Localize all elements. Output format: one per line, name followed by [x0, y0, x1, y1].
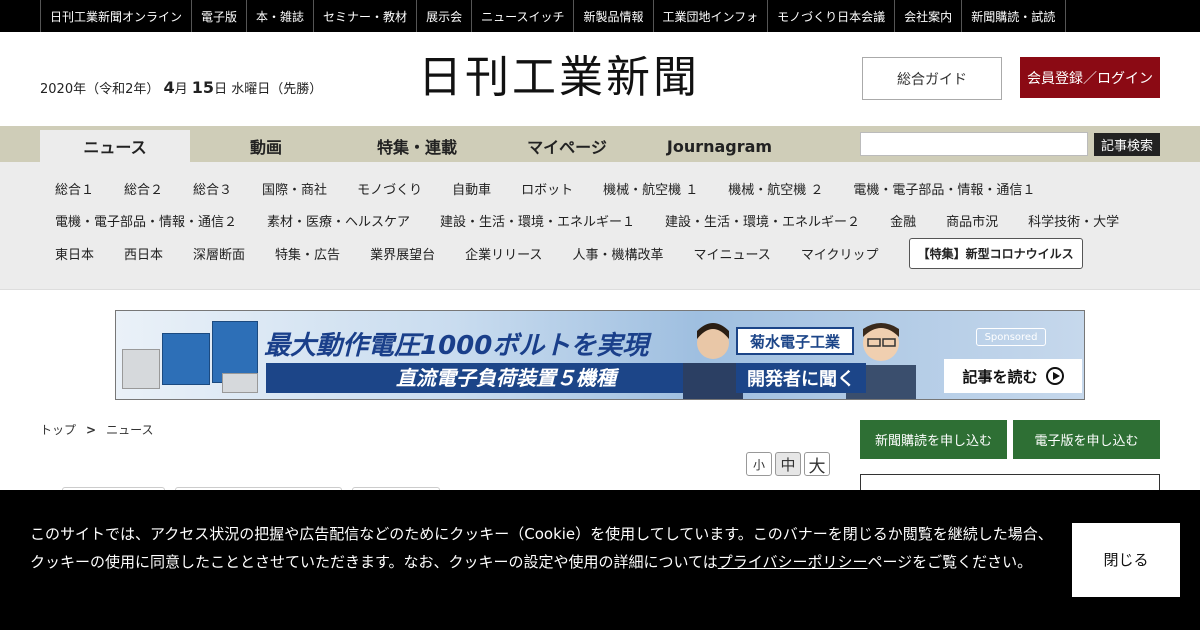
main-navigation: ニュース 動画 特集・連載 マイページ Journagram 記事検索: [0, 126, 1200, 162]
top-nav-list: 日刊工業新聞オンライン 電子版 本・雑誌 セミナー・教材 展示会 ニュースイッチ 新製品情報…: [40, 0, 1067, 32]
guide-button[interactable]: 総合ガイド: [862, 57, 1002, 100]
font-size-small-button[interactable]: 小: [746, 452, 772, 476]
category-link[interactable]: 業界展望台: [370, 244, 435, 263]
category-link[interactable]: モノづくり: [357, 179, 422, 198]
top-nav-item[interactable]: モノづくり日本会議: [768, 0, 896, 32]
category-link[interactable]: 西日本: [124, 244, 163, 263]
interviewee-photo: [683, 323, 743, 399]
category-link[interactable]: 素材・医療・ヘルスケア: [267, 211, 410, 230]
top-nav-item[interactable]: 工業団地インフォ: [654, 0, 769, 32]
category-link[interactable]: 電機・電子部品・情報・通信１: [853, 179, 1035, 198]
tab-mypage[interactable]: マイページ: [492, 130, 642, 162]
category-link[interactable]: 機械・航空機 １: [603, 179, 698, 198]
tab-features[interactable]: 特集・連載: [342, 130, 492, 162]
top-nav-item[interactable]: ニュースイッチ: [472, 0, 575, 32]
date-day: 15: [191, 78, 215, 97]
top-nav-item[interactable]: 会社案内: [895, 0, 963, 32]
category-link[interactable]: 深層断面: [193, 244, 245, 263]
read-article-label: 記事を読む: [962, 367, 1038, 386]
category-link[interactable]: 総合１: [55, 179, 94, 198]
date-month: 4: [163, 78, 175, 97]
read-article-button[interactable]: 記事を読む: [944, 359, 1082, 393]
sponsored-banner[interactable]: 最大動作電圧1000ボルトを実現 直流電子負荷装置５機種 菊水電子工業 開発者に…: [115, 310, 1085, 400]
category-link[interactable]: 機械・航空機 ２: [728, 179, 823, 198]
cookie-close-button[interactable]: 閉じる: [1072, 523, 1180, 597]
tab-journagram[interactable]: Journagram: [642, 130, 797, 162]
category-link[interactable]: 科学技術・大学: [1028, 211, 1119, 230]
category-link[interactable]: ロボット: [521, 179, 573, 198]
date-prefix: 2020年（令和2年）: [40, 82, 160, 97]
cookie-text-after: ページをご覧ください。: [867, 553, 1033, 571]
category-navigation: 総合１ 総合２ 総合３ 国際・商社 モノづくり 自動車 ロボット 機械・航空機 １ 機械・航空機…: [0, 162, 1200, 290]
search-input[interactable]: [860, 132, 1088, 156]
cookie-consent-banner: このサイトでは、アクセス状況の把握や広告配信などのためにクッキー（Cookie）…: [0, 490, 1200, 630]
font-size-medium-button[interactable]: 中: [775, 452, 801, 476]
category-link[interactable]: 商品市況: [946, 211, 998, 230]
site-logo[interactable]: 日刊工業新聞: [418, 52, 700, 104]
category-link[interactable]: 金融: [890, 211, 916, 230]
breadcrumb: トップ > ニュース: [40, 421, 153, 438]
banner-company: 菊水電子工業: [736, 327, 854, 355]
breadcrumb-home[interactable]: トップ: [40, 423, 76, 437]
category-row-2: 電機・電子部品・情報・通信２ 素材・医療・ヘルスケア 建設・生活・環境・エネルギー１…: [55, 211, 1149, 230]
top-nav-item[interactable]: 展示会: [417, 0, 473, 32]
top-nav-item[interactable]: 新製品情報: [574, 0, 654, 32]
site-header: 2020年（令和2年） 4月 15日 水曜日（先勝） 日刊工業新聞 総合ガイド …: [0, 32, 1200, 126]
top-nav-item[interactable]: 新聞購読・試読: [962, 0, 1067, 32]
top-nav-item[interactable]: 日刊工業新聞オンライン: [41, 0, 193, 32]
banner-headline: 最大動作電圧1000ボルトを実現: [264, 331, 649, 361]
subscribe-paper-button[interactable]: 新聞購読を申し込む: [860, 420, 1007, 459]
play-icon: [1045, 367, 1064, 385]
category-link[interactable]: 東日本: [55, 244, 94, 263]
login-button[interactable]: 会員登録／ログイン: [1020, 57, 1160, 98]
category-link[interactable]: マイニュース: [693, 244, 770, 263]
date-month-unit: 月: [174, 82, 188, 97]
category-link[interactable]: 電機・電子部品・情報・通信２: [55, 211, 237, 230]
sponsored-badge: Sponsored: [976, 328, 1046, 346]
date-day-suffix: 日 水曜日（先勝）: [214, 82, 323, 97]
category-link[interactable]: 建設・生活・環境・エネルギー１: [440, 211, 635, 230]
category-link[interactable]: 国際・商社: [262, 179, 327, 198]
cookie-message: このサイトでは、アクセス状況の把握や広告配信などのためにクッキー（Cookie）…: [30, 520, 1060, 576]
top-nav-item[interactable]: 電子版: [192, 0, 248, 32]
category-row-3: 東日本 西日本 深層断面 特集・広告 業界展望台 企業リリース 人事・機構改革 マイニュース マ…: [55, 237, 1083, 269]
subscribe-digital-button[interactable]: 電子版を申し込む: [1013, 420, 1160, 459]
category-link[interactable]: 特集・広告: [275, 244, 340, 263]
top-nav-item[interactable]: 本・雑誌: [247, 0, 315, 32]
tab-video[interactable]: 動画: [190, 130, 342, 162]
category-row-1: 総合１ 総合２ 総合３ 国際・商社 モノづくり 自動車 ロボット 機械・航空機 １ 機械・航空機…: [55, 179, 1065, 198]
top-navigation-bar: 日刊工業新聞オンライン 電子版 本・雑誌 セミナー・教材 展示会 ニュースイッチ 新製品情報…: [0, 0, 1200, 32]
category-link[interactable]: 自動車: [452, 179, 491, 198]
top-nav-item[interactable]: セミナー・教材: [314, 0, 418, 32]
breadcrumb-current: ニュース: [106, 423, 154, 437]
font-size-large-button[interactable]: 大: [804, 452, 830, 477]
tab-news[interactable]: ニュース: [40, 130, 190, 162]
category-link[interactable]: 人事・機構改革: [572, 244, 663, 263]
category-link[interactable]: 総合３: [193, 179, 232, 198]
category-link[interactable]: 建設・生活・環境・エネルギー２: [665, 211, 860, 230]
product-image: [122, 319, 262, 395]
search-button[interactable]: 記事検索: [1094, 133, 1160, 156]
category-link[interactable]: 企業リリース: [465, 244, 542, 263]
current-date: 2020年（令和2年） 4月 15日 水曜日（先勝）: [40, 78, 322, 97]
corona-feature-button[interactable]: 【特集】新型コロナウイルス: [908, 237, 1083, 269]
privacy-policy-link[interactable]: プライバシーポリシー: [718, 553, 868, 571]
category-link[interactable]: マイクリップ: [801, 244, 879, 263]
banner-interview-label: 開発者に聞く: [736, 363, 866, 393]
breadcrumb-separator: >: [86, 423, 97, 437]
category-link[interactable]: 総合２: [124, 179, 163, 198]
